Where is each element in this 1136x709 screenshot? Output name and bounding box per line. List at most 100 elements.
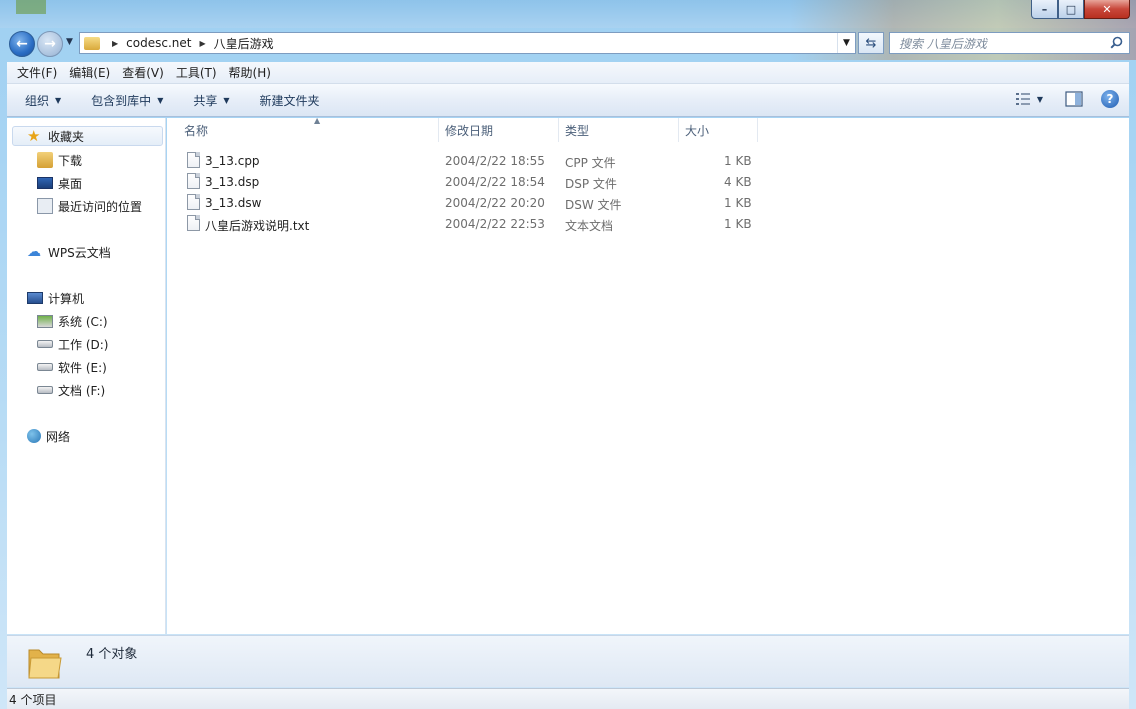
share-button[interactable]: 共享 ▼ — [183, 92, 239, 109]
menu-file[interactable]: 文件(F) — [11, 64, 63, 81]
recent-pages-dropdown[interactable]: ▼ — [66, 37, 73, 47]
close-button[interactable]: ✕ — [1084, 0, 1130, 19]
file-icon — [187, 152, 200, 168]
minimize-button[interactable]: – — [1031, 0, 1058, 19]
chevron-down-icon: ▼ — [223, 95, 230, 105]
search-placeholder: 搜索 八皇后游戏 — [899, 36, 987, 51]
cloud-icon: ☁ — [27, 244, 41, 260]
file-icon — [187, 173, 200, 189]
menu-view[interactable]: 查看(V) — [116, 64, 170, 81]
chevron-down-icon[interactable]: ▼ — [1037, 95, 1043, 104]
title-bar: – □ ✕ — [0, 0, 1136, 60]
file-size: 1 KB — [724, 217, 752, 231]
sidebar-item-label: 工作 (D:) — [58, 337, 109, 352]
star-icon: ★ — [27, 127, 41, 145]
menu-tools[interactable]: 工具(T) — [170, 64, 223, 81]
file-date: 2004/2/22 18:55 — [445, 154, 545, 168]
sidebar-item-favorites[interactable]: ★ 收藏夹 — [12, 126, 163, 146]
background-decoration — [16, 0, 46, 14]
file-type: CPP 文件 — [565, 156, 616, 170]
back-button[interactable]: ← — [9, 31, 35, 57]
refresh-button[interactable]: ⇆ — [858, 32, 884, 54]
table-row[interactable]: 3_13.dsw 2004/2/22 20:20 DSW 文件 1 KB — [181, 193, 761, 213]
chevron-right-icon[interactable]: ▶ — [112, 39, 118, 48]
sidebar-item-drive-c[interactable]: 系统 (C:) — [37, 311, 108, 331]
command-bar: 组织 ▼ 包含到库中 ▼ 共享 ▼ 新建文件夹 ▼ ? — [7, 84, 1129, 117]
folder-icon — [28, 649, 62, 679]
file-list: 名称 ▲ 修改日期 类型 大小 3_13.cpp 2004/2/22 18:55… — [167, 116, 1129, 634]
chevron-down-icon: ▼ — [157, 95, 164, 105]
status-item-count: 4 个项目 — [9, 692, 57, 707]
breadcrumb-item[interactable]: codesc.net — [124, 36, 193, 50]
sidebar-item-drive-e[interactable]: 软件 (E:) — [37, 357, 107, 377]
caption-buttons: – □ ✕ — [1031, 0, 1130, 19]
search-icon[interactable] — [1110, 36, 1123, 49]
sidebar-item-desktop[interactable]: 桌面 — [37, 173, 82, 193]
file-size: 1 KB — [724, 196, 752, 210]
item-count: 4 个对象 — [86, 647, 138, 662]
sidebar-item-label: 下载 — [58, 153, 83, 168]
sidebar-item-label: 桌面 — [58, 176, 83, 191]
share-label: 共享 — [193, 93, 218, 108]
sidebar-item-label: 最近访问的位置 — [58, 199, 143, 214]
search-input[interactable]: 搜索 八皇后游戏 — [889, 32, 1130, 54]
table-row[interactable]: 3_13.dsp 2004/2/22 18:54 DSP 文件 4 KB — [181, 172, 761, 192]
file-size: 1 KB — [724, 154, 752, 168]
table-row[interactable]: 八皇后游戏说明.txt 2004/2/22 22:53 文本文档 1 KB — [181, 214, 761, 234]
sidebar-item-drive-d[interactable]: 工作 (D:) — [37, 334, 108, 354]
drive-icon — [37, 363, 53, 371]
file-size: 4 KB — [724, 175, 752, 189]
details-pane: 4 个对象 — [7, 635, 1129, 687]
breadcrumb-item[interactable]: 八皇后游戏 — [212, 35, 276, 52]
sidebar-item-network[interactable]: 网络 — [27, 426, 70, 446]
chevron-right-icon[interactable]: ▶ — [199, 39, 205, 48]
sidebar-item-label: 系统 (C:) — [58, 314, 108, 329]
forward-button[interactable]: → — [37, 31, 63, 57]
sidebar-item-recent-places[interactable]: 最近访问的位置 — [37, 196, 142, 216]
sidebar-item-label: 收藏夹 — [48, 129, 85, 144]
address-row: ← → ▼ ▶ codesc.net ▶ 八皇后游戏 ▼ ⇆ 搜索 八皇后游戏 — [0, 28, 1136, 60]
menu-help[interactable]: 帮助(H) — [223, 64, 277, 81]
status-bar: 4 个项目 — [7, 688, 1129, 709]
file-type: 文本文档 — [565, 219, 614, 233]
include-in-library-button[interactable]: 包含到库中 ▼ — [81, 92, 173, 109]
system-drive-icon — [37, 314, 53, 328]
organize-label: 组织 — [25, 93, 50, 108]
sidebar-item-computer[interactable]: 计算机 — [27, 288, 84, 308]
file-type: DSP 文件 — [565, 177, 617, 191]
organize-button[interactable]: 组织 ▼ — [15, 92, 71, 109]
column-header-name[interactable]: 名称 ▲ — [178, 116, 439, 142]
table-row[interactable]: 3_13.cpp 2004/2/22 18:55 CPP 文件 1 KB — [181, 151, 761, 171]
sidebar-item-label: 网络 — [46, 429, 71, 444]
help-icon[interactable]: ? — [1101, 90, 1119, 108]
column-header-label: 大小 — [685, 123, 710, 138]
address-bar[interactable]: ▶ codesc.net ▶ 八皇后游戏 ▼ — [79, 32, 856, 54]
column-header-date[interactable]: 修改日期 — [439, 118, 559, 142]
column-header-label: 名称 — [184, 123, 209, 138]
refresh-icon: ⇆ — [865, 35, 877, 51]
address-history-dropdown[interactable]: ▼ — [837, 33, 855, 53]
preview-pane-icon[interactable] — [1065, 91, 1083, 107]
new-folder-button[interactable]: 新建文件夹 — [250, 92, 330, 109]
computer-icon — [27, 292, 43, 304]
file-type: DSW 文件 — [565, 198, 622, 212]
sidebar-item-drive-f[interactable]: 文档 (F:) — [37, 380, 105, 400]
view-options-icon[interactable] — [1015, 92, 1031, 106]
sidebar-item-label: 软件 (E:) — [58, 360, 107, 375]
desktop-icon — [37, 177, 53, 189]
file-name: 3_13.dsw — [205, 196, 262, 210]
sidebar-item-downloads[interactable]: 下载 — [37, 150, 82, 170]
sidebar-item-label: 计算机 — [48, 291, 85, 306]
column-header-type[interactable]: 类型 — [559, 118, 679, 142]
maximize-button[interactable]: □ — [1058, 0, 1084, 19]
column-header-label: 类型 — [565, 123, 590, 138]
file-name: 3_13.dsp — [205, 175, 260, 189]
file-date: 2004/2/22 20:20 — [445, 196, 545, 210]
column-header-size[interactable]: 大小 — [679, 118, 758, 142]
network-icon — [27, 429, 41, 443]
menu-bar: 文件(F) 编辑(E) 查看(V) 工具(T) 帮助(H) — [7, 62, 1129, 84]
sidebar-item-wps-cloud[interactable]: ☁ WPS云文档 — [27, 242, 111, 262]
menu-edit[interactable]: 编辑(E) — [63, 64, 116, 81]
file-date: 2004/2/22 22:53 — [445, 217, 545, 231]
arrow-left-icon: ← — [16, 36, 28, 52]
